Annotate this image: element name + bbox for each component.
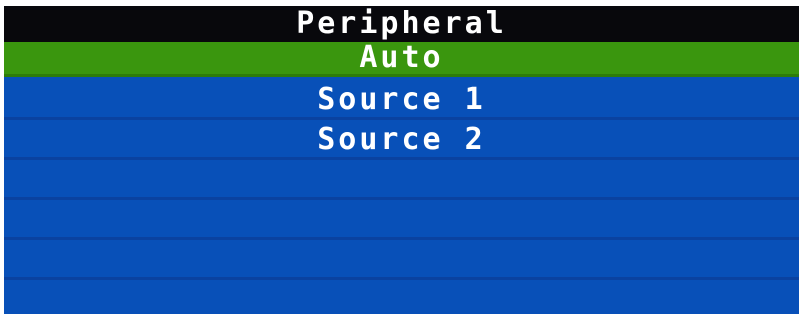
menu-item-source-2[interactable]: Source 2 <box>4 122 799 160</box>
menu-item-source-1[interactable]: Source 1 <box>4 82 799 120</box>
menu-item-empty <box>4 202 799 240</box>
osd-menu-panel: Peripheral Auto Source 1 Source 2 <box>4 6 799 314</box>
menu-title: Peripheral <box>4 6 799 42</box>
menu-item-auto[interactable]: Auto <box>4 42 799 77</box>
menu-item-empty <box>4 282 799 314</box>
menu-item-empty <box>4 242 799 280</box>
menu-item-empty <box>4 162 799 200</box>
